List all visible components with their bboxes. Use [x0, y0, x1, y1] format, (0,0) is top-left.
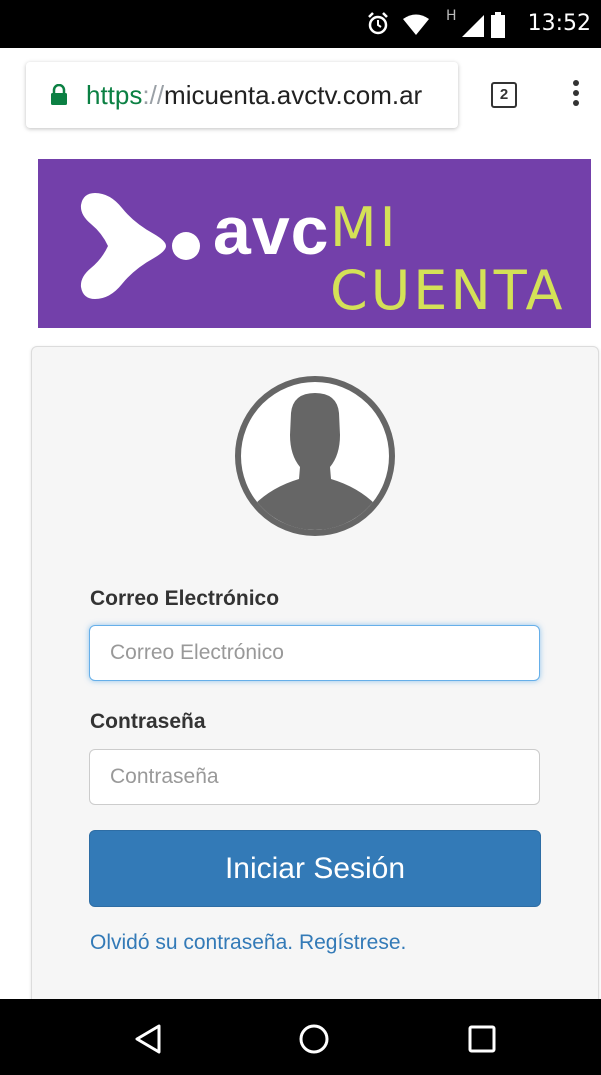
overflow-menu-icon[interactable]	[566, 80, 586, 112]
register-link[interactable]: Regístrese.	[299, 931, 406, 954]
clock: 13:52	[527, 11, 591, 36]
network-type-label: H	[446, 8, 457, 24]
email-label: Correo Electrónico	[90, 587, 280, 610]
brand-name: avc	[213, 193, 330, 269]
url-scheme: https	[86, 80, 143, 110]
alarm-icon	[368, 12, 388, 35]
brand-banner: avc MI CUENTA	[38, 159, 591, 328]
avc-logo-icon	[80, 193, 200, 299]
wifi-icon	[403, 14, 429, 35]
signal-icon	[462, 15, 484, 37]
brand-tagline: MI CUENTA	[330, 196, 566, 322]
account-links: Olvidó su contraseña. Regístrese.	[90, 931, 406, 955]
home-icon[interactable]	[298, 1023, 330, 1055]
login-card: Correo Electrónico Contraseña Iniciar Se…	[31, 346, 599, 1048]
email-input[interactable]	[89, 625, 540, 681]
login-button[interactable]: Iniciar Sesión	[89, 830, 541, 907]
forgot-password-link[interactable]: Olvidó su contraseña.	[90, 931, 293, 954]
user-avatar-icon	[235, 376, 395, 536]
system-nav-bar	[0, 999, 601, 1075]
recents-icon[interactable]	[468, 1025, 496, 1053]
url-host: micuenta.avctv.com.ar	[164, 80, 423, 110]
status-bar: H 13:52	[0, 0, 601, 48]
browser-toolbar: https://micuenta.avctv.com.ar 2	[0, 48, 601, 142]
address-bar[interactable]: https://micuenta.avctv.com.ar	[26, 62, 458, 128]
battery-icon	[491, 12, 505, 38]
password-label: Contraseña	[90, 710, 206, 733]
back-icon[interactable]	[133, 1023, 163, 1055]
url-text[interactable]: https://micuenta.avctv.com.ar	[86, 80, 422, 111]
password-input[interactable]	[89, 749, 540, 805]
tab-switcher-button[interactable]: 2	[491, 82, 517, 108]
lock-icon	[51, 84, 67, 105]
url-separator: ://	[142, 80, 165, 110]
